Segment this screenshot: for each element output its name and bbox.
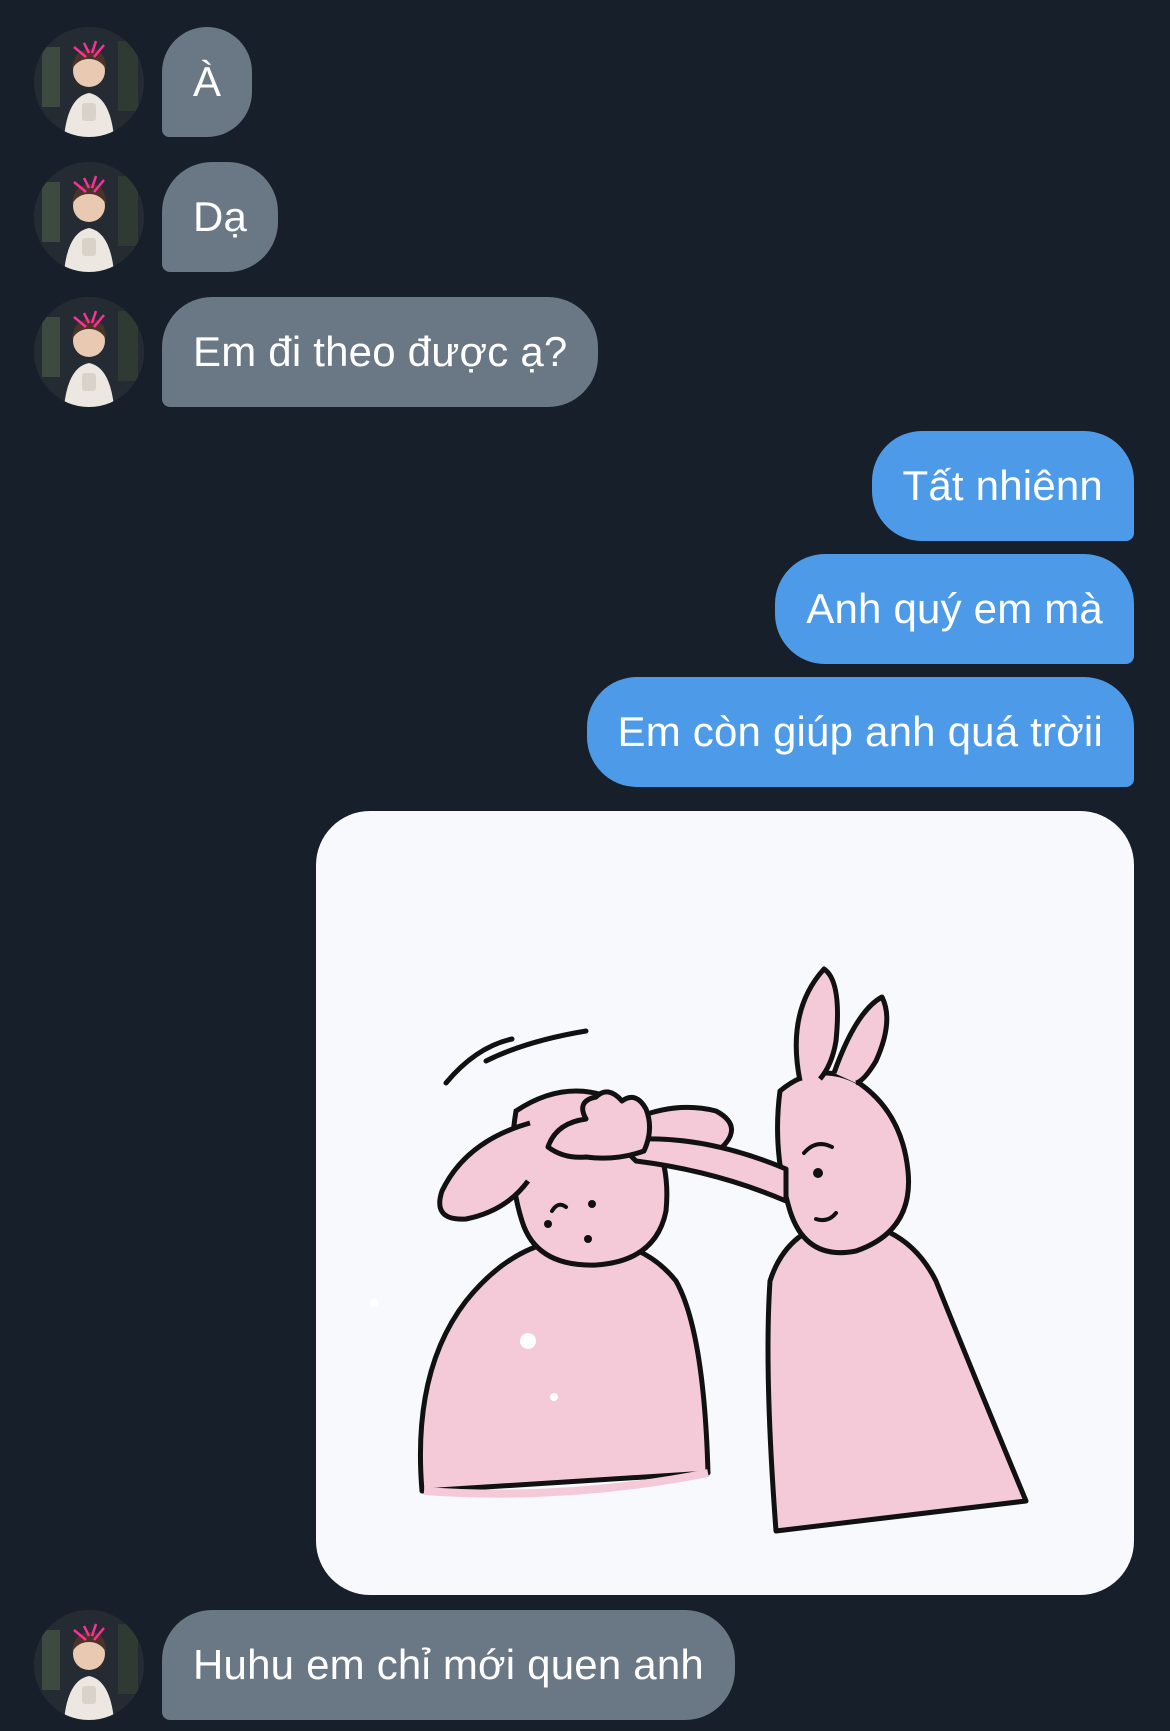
incoming-message-bubble[interactable]: Em đi theo được ạ? [162,297,599,407]
outgoing-message-bubble[interactable]: Em còn giúp anh quá trờii [586,677,1134,787]
message-text: Anh quý em mà [806,585,1103,632]
message-text: Dạ [193,193,248,240]
message-text: Tất nhiênn [902,462,1103,509]
user-avatar-icon [34,297,144,407]
sender-avatar[interactable] [34,27,144,137]
message-text: Huhu em chỉ mới quen anh [193,1641,704,1688]
message-text: Em còn giúp anh quá trờii [617,708,1103,755]
sender-avatar[interactable] [34,162,144,272]
outgoing-message-bubble[interactable]: Anh quý em mà [775,554,1134,664]
user-avatar-icon [34,1610,144,1720]
incoming-message-bubble[interactable]: Huhu em chỉ mới quen anh [162,1610,735,1720]
pink-bunny-head-pat-sticker-icon [370,966,1029,1534]
sender-avatar[interactable] [34,297,144,407]
sticker-message[interactable] [316,811,1134,1595]
incoming-message-bubble[interactable]: Dạ [162,162,279,272]
outgoing-message-bubble[interactable]: Tất nhiênn [871,431,1134,541]
incoming-message-bubble[interactable]: À [162,27,253,137]
user-avatar-icon [34,162,144,272]
sender-avatar[interactable] [34,1610,144,1720]
message-text: Em đi theo được ạ? [193,328,568,375]
message-text: À [193,58,222,105]
user-avatar-icon [34,27,144,137]
